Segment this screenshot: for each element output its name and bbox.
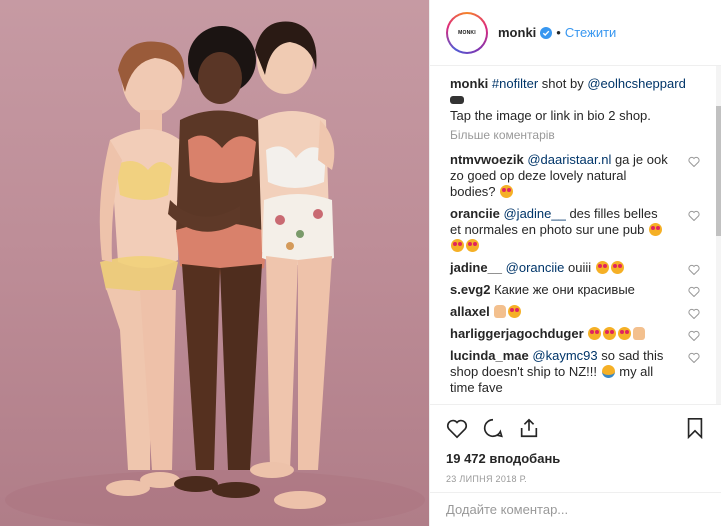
comment-username[interactable]: ntmvwoezik: [450, 152, 524, 167]
comment-text: ouiii: [564, 260, 595, 275]
heart-icon[interactable]: [688, 352, 700, 363]
comment-icon[interactable]: [482, 417, 504, 439]
heart-icon[interactable]: [688, 264, 700, 275]
follow-button[interactable]: Стежити: [565, 25, 616, 40]
share-icon[interactable]: [518, 417, 540, 439]
comment-mention[interactable]: @daaristaar.nl: [527, 152, 611, 167]
caption-mention[interactable]: @eolhcsheppard: [587, 76, 685, 91]
like-heart-icon[interactable]: [446, 417, 468, 439]
add-comment-bar: [430, 492, 721, 526]
comments-list[interactable]: monki #nofilter shot by @eolhcsheppard T…: [430, 66, 721, 404]
sunglasses-emoji: [450, 96, 464, 104]
comment-item: ntmvwoezik @daaristaar.nl ga je ook zo g…: [450, 152, 702, 200]
heart-eyes-emoji: [508, 305, 522, 318]
thumbs-up-emoji: [494, 305, 507, 318]
heart-eyes-emoji: [603, 327, 617, 340]
header-username[interactable]: monki: [498, 25, 536, 40]
comment-username[interactable]: s.evg2: [450, 282, 490, 297]
post-actions: 19 472 вподобань 23 ЛИПНЯ 2018 Р.: [430, 404, 721, 496]
comment-username[interactable]: lucinda_mae: [450, 348, 529, 363]
avatar-logo-text: MONKI: [458, 29, 476, 36]
heart-icon[interactable]: [688, 210, 700, 221]
bookmark-icon[interactable]: [684, 417, 706, 439]
comment-item: allaxel: [450, 304, 702, 320]
avatar[interactable]: MONKI: [446, 11, 488, 54]
heart-eyes-emoji: [451, 239, 464, 252]
caption-hashtag[interactable]: #nofilter: [492, 76, 538, 91]
post-details-panel: MONKI monki • Стежити monki #nofilter sh…: [429, 0, 721, 526]
heart-icon[interactable]: [688, 330, 700, 341]
comment-item: oranciie @jadine__ des filles belles et …: [450, 206, 702, 254]
heart-icon[interactable]: [688, 308, 700, 319]
comment-mention[interactable]: @kaymc93: [532, 348, 597, 363]
likes-count[interactable]: 19 472 вподобань: [446, 451, 706, 466]
comment-item: harliggerjagochduger: [450, 326, 702, 342]
caption-line2: Tap the image or link in bio 2 shop.: [450, 108, 651, 123]
heart-eyes-emoji: [500, 185, 514, 198]
comment-mention[interactable]: @oranciie: [506, 260, 565, 275]
heart-eyes-emoji: [466, 239, 479, 252]
comment-username[interactable]: harliggerjagochduger: [450, 326, 584, 341]
comment-text: [584, 326, 588, 341]
post-caption: monki #nofilter shot by @eolhcsheppard T…: [450, 76, 702, 124]
person-left: [99, 41, 185, 496]
heart-eyes-emoji: [595, 261, 609, 274]
comment-input[interactable]: [446, 502, 686, 517]
post-header: MONKI monki • Стежити: [430, 0, 721, 66]
comment-item: jadine__ @oranciie ouiii: [450, 260, 702, 276]
heart-eyes-emoji: [618, 327, 632, 340]
more-comments-link[interactable]: Більше коментарів: [450, 128, 702, 142]
comment-item: s.evg2 Какие же они красивые: [450, 282, 702, 298]
comment-username[interactable]: oranciie: [450, 206, 500, 221]
heart-icon[interactable]: [688, 286, 700, 297]
post-photo[interactable]: [0, 0, 429, 526]
post-date: 23 ЛИПНЯ 2018 Р.: [446, 474, 527, 484]
header-separator: •: [556, 25, 561, 40]
heart-eyes-emoji: [649, 223, 663, 236]
ok-hand-emoji: [633, 327, 646, 340]
photo-illustration: [5, 21, 425, 526]
scrollbar-thumb[interactable]: [716, 106, 721, 236]
comment-mention[interactable]: @jadine__: [503, 206, 565, 221]
comment-text: Какие же они красивые: [490, 282, 635, 297]
heart-icon[interactable]: [688, 156, 700, 167]
comment-text: [490, 304, 494, 319]
caption-username[interactable]: monki: [450, 76, 488, 91]
caption-text: shot by: [538, 76, 588, 91]
sad-sweat-emoji: [601, 365, 615, 378]
heart-eyes-emoji: [588, 327, 602, 340]
comment-username[interactable]: allaxel: [450, 304, 490, 319]
heart-eyes-emoji: [610, 261, 624, 274]
comment-item: lucinda_mae @kaymc93 so sad this shop do…: [450, 348, 702, 396]
person-middle: [168, 26, 268, 498]
verified-icon: [540, 26, 553, 39]
comment-username[interactable]: jadine__: [450, 260, 502, 275]
